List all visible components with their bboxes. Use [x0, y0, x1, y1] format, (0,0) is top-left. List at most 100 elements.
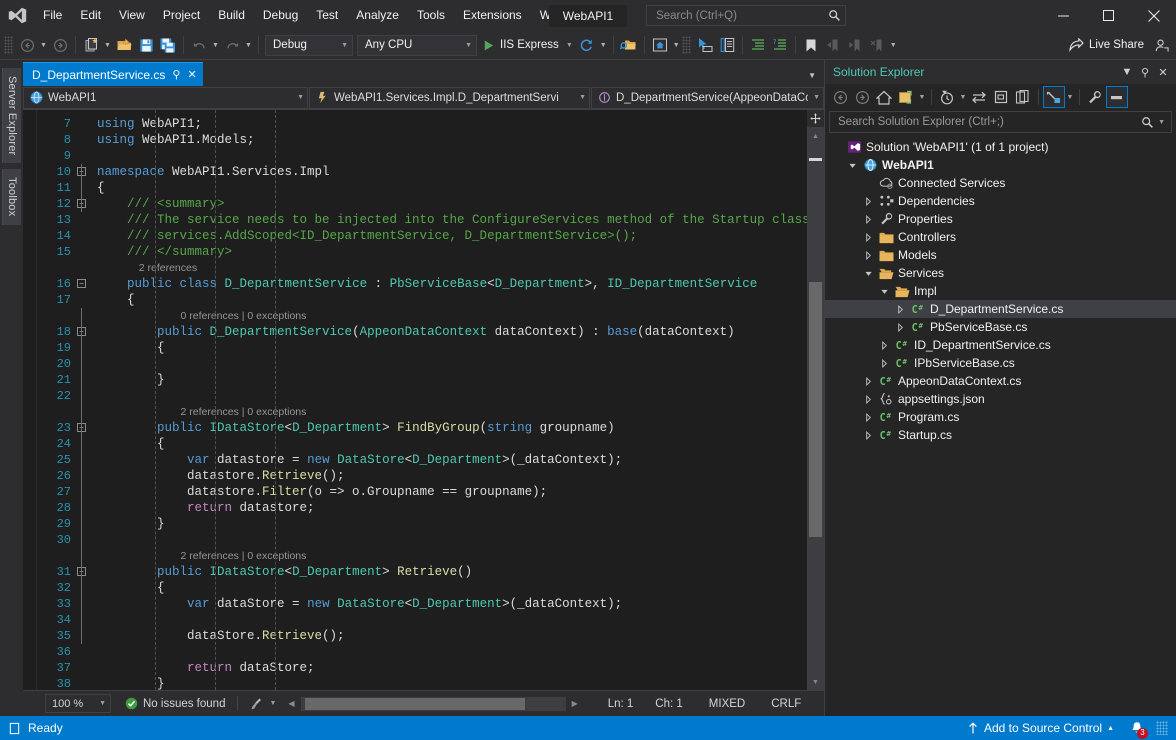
- solution-tree[interactable]: Solution 'WebAPI1' (1 of 1 project)WebAP…: [825, 136, 1176, 716]
- scroll-down-arrow-icon[interactable]: ▼: [807, 675, 824, 690]
- navbar-project-combo[interactable]: WebAPI1 ▼: [23, 87, 308, 109]
- code-cleanup-button[interactable]: ▼: [250, 697, 276, 711]
- pin-icon[interactable]: ⚲: [172, 68, 180, 81]
- tree-item-webapi1[interactable]: WebAPI1: [825, 156, 1176, 174]
- chevron-right-icon[interactable]: [861, 215, 876, 224]
- pin-icon[interactable]: ⚲: [1136, 62, 1154, 82]
- solution-explorer-search-box[interactable]: ▼: [829, 111, 1172, 133]
- vertical-scroll-thumb[interactable]: [809, 282, 822, 537]
- search-folder-icon[interactable]: [618, 33, 640, 57]
- tree-item-pbservicebase-cs[interactable]: C#PbServiceBase.cs: [825, 318, 1176, 336]
- menu-item-test[interactable]: Test: [307, 0, 347, 31]
- tree-item-id-departmentservice-cs[interactable]: C#ID_DepartmentService.cs: [825, 336, 1176, 354]
- tree-item-startup-cs[interactable]: C#Startup.cs: [825, 426, 1176, 444]
- navigate-back-icon[interactable]: [16, 33, 38, 57]
- menu-item-analyze[interactable]: Analyze: [347, 0, 408, 31]
- dock-tab-toolbox[interactable]: Toolbox: [2, 169, 21, 224]
- preview-home-icon[interactable]: [649, 33, 671, 57]
- tree-item-services[interactable]: Services: [825, 264, 1176, 282]
- menu-item-edit[interactable]: Edit: [71, 0, 110, 31]
- code-folding-column[interactable]: −−−−−−: [75, 110, 91, 690]
- attach-window-icon[interactable]: [716, 33, 738, 57]
- tree-item-appeondatacontext-cs[interactable]: C#AppeonDataContext.cs: [825, 372, 1176, 390]
- fold-collapse-icon[interactable]: −: [77, 279, 86, 288]
- tree-item-program-cs[interactable]: C#Program.cs: [825, 408, 1176, 426]
- menu-item-tools[interactable]: Tools: [408, 0, 454, 31]
- pending-changes-caret-icon[interactable]: ▼: [958, 86, 968, 108]
- menu-item-extensions[interactable]: Extensions: [454, 0, 531, 31]
- editor-split-view-handle[interactable]: [807, 110, 824, 127]
- sync-icon[interactable]: [968, 86, 990, 108]
- bookmark-icon[interactable]: [800, 33, 822, 57]
- tree-item-d-departmentservice-cs[interactable]: C#D_DepartmentService.cs: [825, 300, 1176, 318]
- chevron-down-icon[interactable]: [845, 161, 860, 170]
- chevron-right-icon[interactable]: [861, 233, 876, 242]
- start-debugging-button[interactable]: IIS Express ▼: [479, 33, 576, 57]
- collapse-all-caret-icon[interactable]: ▼: [917, 86, 927, 108]
- scroll-up-arrow-icon[interactable]: ▲: [807, 129, 824, 144]
- chevron-right-icon[interactable]: [861, 251, 876, 260]
- preview-caret-icon[interactable]: ▼: [671, 33, 682, 57]
- toolbar-overflow-icon[interactable]: ▼: [888, 33, 899, 57]
- home-icon[interactable]: [873, 86, 895, 108]
- chevron-right-icon[interactable]: [861, 413, 876, 422]
- search-options-caret-icon[interactable]: ▼: [1154, 119, 1169, 126]
- bookmark-next-icon[interactable]: [844, 33, 866, 57]
- redo-icon[interactable]: [221, 33, 243, 57]
- quick-search-input[interactable]: [654, 9, 828, 23]
- build-configuration-combo[interactable]: Debug ▼: [265, 35, 353, 56]
- new-item-icon[interactable]: [80, 33, 102, 57]
- properties-view-icon[interactable]: [1043, 86, 1065, 108]
- document-tab-d-departmentservice[interactable]: D_DepartmentService.cs ⚲ ✕: [23, 62, 203, 86]
- search-icon[interactable]: [1141, 116, 1154, 129]
- navbar-type-combo[interactable]: WebAPI1.Services.Impl.D_DepartmentServi …: [309, 87, 590, 109]
- menu-item-file[interactable]: File: [34, 0, 71, 31]
- chevron-right-icon[interactable]: [893, 305, 908, 314]
- chevron-down-icon[interactable]: [861, 269, 876, 278]
- add-to-source-control-button[interactable]: Add to Source Control ▲: [963, 716, 1118, 740]
- menu-item-window[interactable]: Window: [531, 0, 592, 31]
- maximize-button[interactable]: [1086, 0, 1131, 31]
- horizontal-scroll-thumb[interactable]: [305, 698, 525, 710]
- menu-item-debug[interactable]: Debug: [254, 0, 307, 31]
- fold-cell[interactable]: −: [75, 276, 91, 292]
- tree-item-solution-webapi1-1-of-1-project[interactable]: Solution 'WebAPI1' (1 of 1 project): [825, 138, 1176, 156]
- tree-item-ipbservicebase-cs[interactable]: C#IPbServiceBase.cs: [825, 354, 1176, 372]
- editor-horizontal-scrollbar[interactable]: ◀ ▶: [282, 697, 583, 711]
- editor-vertical-scrollbar[interactable]: ▲ ▼: [807, 110, 824, 690]
- chevron-right-icon[interactable]: [861, 377, 876, 386]
- bookmark-prev-icon[interactable]: [822, 33, 844, 57]
- issues-status[interactable]: No issues found: [125, 697, 225, 710]
- fold-cell[interactable]: −: [75, 324, 91, 340]
- pointer-select-icon[interactable]: [694, 33, 716, 57]
- notifications-button[interactable]: 3: [1125, 716, 1149, 740]
- quick-search-box[interactable]: [646, 5, 846, 26]
- zoom-level-combo[interactable]: 100 % ▼: [45, 694, 111, 713]
- pending-changes-icon[interactable]: [936, 86, 958, 108]
- tree-item-models[interactable]: Models: [825, 246, 1176, 264]
- tree-item-appsettings-json[interactable]: appsettings.json: [825, 390, 1176, 408]
- tree-item-connected-services[interactable]: Connected Services: [825, 174, 1176, 192]
- menu-item-build[interactable]: Build: [209, 0, 254, 31]
- open-file-icon[interactable]: [113, 33, 135, 57]
- tree-item-dependencies[interactable]: Dependencies: [825, 192, 1176, 210]
- resize-grip[interactable]: [1156, 721, 1168, 735]
- horizontal-scroll-track[interactable]: [301, 697, 566, 711]
- navigate-back-caret-icon[interactable]: ▼: [38, 33, 49, 57]
- save-icon[interactable]: [135, 33, 157, 57]
- save-all-icon[interactable]: [157, 33, 179, 57]
- chevron-right-icon[interactable]: [861, 431, 876, 440]
- code-text-area[interactable]: using WebAPI1;using WebAPI1.Models; name…: [91, 110, 807, 690]
- close-icon[interactable]: ✕: [187, 68, 196, 81]
- scroll-left-arrow-icon[interactable]: ◀: [282, 699, 300, 708]
- feedback-account-icon[interactable]: [1150, 33, 1172, 57]
- wrench-icon[interactable]: [1084, 86, 1106, 108]
- collapse-all-icon[interactable]: [895, 86, 917, 108]
- refresh-view-icon[interactable]: [1012, 86, 1034, 108]
- minimize-button[interactable]: [1041, 0, 1086, 31]
- chevron-right-icon[interactable]: [893, 323, 908, 332]
- split-view-divider[interactable]: [809, 158, 822, 161]
- tree-item-impl[interactable]: Impl: [825, 282, 1176, 300]
- fold-cell[interactable]: −: [75, 196, 91, 212]
- indent-list-icon[interactable]: [747, 33, 769, 57]
